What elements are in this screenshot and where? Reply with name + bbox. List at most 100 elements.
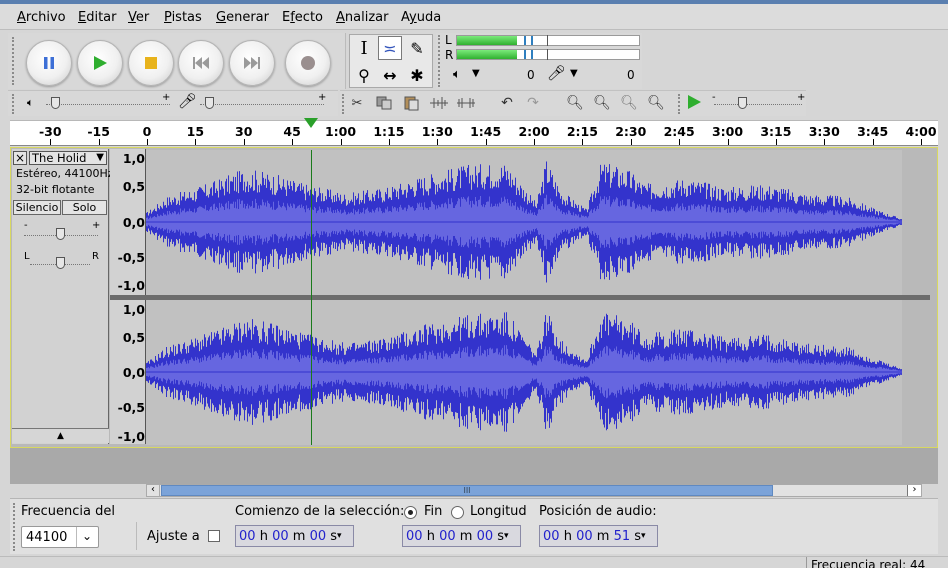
- waveform-left-channel[interactable]: [146, 150, 902, 295]
- zoom-out-icon[interactable]: 🔍︎: [591, 92, 613, 114]
- track-close-button[interactable]: ×: [13, 151, 27, 165]
- speed-thumb[interactable]: [738, 97, 747, 109]
- ruler-tick: [340, 139, 342, 145]
- toolbar-grip[interactable]: [678, 94, 684, 114]
- play-at-speed-button[interactable]: [686, 94, 702, 114]
- playback-meter-left[interactable]: [456, 35, 640, 46]
- audio-position-time[interactable]: 00 h 00 m 51 s ▾: [539, 525, 658, 547]
- menu-editar[interactable]: Editar: [78, 10, 117, 25]
- multi-tool-icon[interactable]: ✱: [405, 63, 429, 87]
- play-button[interactable]: [77, 40, 123, 86]
- pan-thumb[interactable]: [56, 257, 65, 269]
- ruler-tick: [824, 139, 826, 145]
- ruler-tick: [98, 139, 100, 145]
- menu-generar[interactable]: Generar: [216, 10, 269, 25]
- toolbar-grip[interactable]: [12, 94, 18, 114]
- ruler-tick: [921, 139, 922, 145]
- ruler-tick: [195, 139, 197, 145]
- stop-icon: [129, 41, 173, 85]
- scrollbar-thumb[interactable]: III: [161, 485, 773, 496]
- speaker-icon[interactable]: 🔈︎: [453, 67, 461, 82]
- ruler-tick: [147, 139, 148, 145]
- length-radio[interactable]: [451, 506, 464, 519]
- record-meter-dropdown[interactable]: ▼: [570, 68, 578, 79]
- toolbar-grip[interactable]: [12, 37, 18, 85]
- meter-left-label: L: [445, 33, 452, 47]
- toolbar-grip[interactable]: [438, 35, 444, 87]
- track-name-menu[interactable]: The Holid ▼: [29, 151, 107, 165]
- cut-icon[interactable]: ✂: [346, 92, 368, 114]
- fit-project-icon[interactable]: 🔍︎: [645, 92, 667, 114]
- redo-icon[interactable]: ↷: [522, 92, 544, 114]
- output-volume-icon: 🔈︎: [27, 96, 34, 109]
- playhead-marker[interactable]: [304, 118, 319, 128]
- playback-meter-dropdown[interactable]: ▼: [472, 68, 480, 79]
- toolbar-grip[interactable]: [13, 503, 19, 551]
- chevron-down-icon: ▼: [96, 152, 104, 163]
- playback-meter-value: 0: [527, 68, 535, 82]
- microphone-icon[interactable]: 🎤︎: [547, 64, 566, 82]
- actual-rate-panel: Frecuencia real: 44: [806, 557, 944, 568]
- pause-button[interactable]: [26, 40, 72, 86]
- timeline-ruler[interactable]: -30 -15 0 15 30 45 1:00 1:15 1:30 1:45 2:00 2:15 2:3…: [10, 120, 938, 146]
- ruler-label: 45: [283, 124, 301, 139]
- speed-min: -: [712, 92, 716, 103]
- empty-track-space[interactable]: [10, 448, 938, 484]
- input-volume-thumb[interactable]: [205, 97, 214, 109]
- copy-icon[interactable]: [373, 92, 395, 114]
- end-radio[interactable]: [404, 506, 417, 519]
- zoom-in-icon[interactable]: 🔍︎: [564, 92, 586, 114]
- trim-audio-icon[interactable]: [428, 92, 450, 114]
- ruler-label: 2:30: [615, 124, 647, 139]
- ruler-tick: [243, 139, 245, 145]
- menu-pistas[interactable]: Pistas: [164, 10, 202, 25]
- project-rate-select[interactable]: 44100 ⌄: [21, 526, 99, 548]
- ruler-tick: [50, 139, 52, 145]
- menu-analizar[interactable]: Analizar: [336, 10, 388, 25]
- menu-ver[interactable]: Ver: [128, 10, 149, 25]
- selection-start-time[interactable]: 00 h 00 m 00 s ▾: [235, 525, 354, 547]
- amp-label: -1,0: [117, 278, 145, 293]
- ruler-label: 1:30: [421, 124, 453, 139]
- timeshift-tool-icon[interactable]: ↔: [378, 63, 402, 87]
- pan-right-label: R: [92, 251, 99, 262]
- mute-button[interactable]: Silencio: [13, 200, 61, 215]
- ruler-label: 2:00: [518, 124, 550, 139]
- ruler-tick: [679, 139, 681, 145]
- ruler-label: 3:00: [711, 124, 744, 139]
- paste-icon[interactable]: [400, 92, 422, 114]
- fit-selection-icon[interactable]: 🔍︎: [618, 92, 640, 114]
- input-volume-slider[interactable]: [200, 104, 324, 106]
- envelope-tool-icon[interactable]: ≍: [378, 36, 402, 60]
- zoom-tool-icon[interactable]: ⚲: [352, 63, 376, 87]
- amp-label: -0,5: [117, 250, 145, 265]
- playback-meter-right[interactable]: [456, 49, 640, 60]
- ruler-tick: [582, 139, 584, 145]
- ruler-label: 3:45: [857, 124, 889, 139]
- scroll-right-arrow[interactable]: ›: [907, 485, 921, 496]
- select-tool-icon[interactable]: I: [352, 36, 376, 60]
- menu-archivo[interactable]: Archivo: [17, 10, 66, 25]
- silence-audio-icon[interactable]: [455, 92, 477, 114]
- menu-ayuda[interactable]: Ayuda: [401, 10, 441, 25]
- stop-button[interactable]: [128, 40, 174, 86]
- skip-start-button[interactable]: [178, 40, 224, 86]
- waveform-right-channel[interactable]: [146, 300, 902, 445]
- track-collapse-button[interactable]: ▲: [12, 428, 109, 443]
- gain-thumb[interactable]: [56, 228, 65, 240]
- draw-tool-icon[interactable]: ✎: [405, 36, 429, 60]
- snap-to-label: Ajuste a: [147, 529, 200, 544]
- solo-button[interactable]: Solo: [62, 200, 107, 215]
- speed-slider[interactable]: [714, 104, 802, 106]
- output-volume-thumb[interactable]: [51, 97, 60, 109]
- record-button[interactable]: [285, 40, 331, 86]
- snap-to-checkbox[interactable]: [208, 530, 220, 542]
- skip-end-button[interactable]: [229, 40, 275, 86]
- input-volume-icon: 🎤︎: [178, 92, 198, 110]
- horizontal-scrollbar[interactable]: ‹ III ›: [146, 484, 922, 497]
- selection-end-time[interactable]: 00 h 00 m 00 s ▾: [402, 525, 521, 547]
- output-volume-slider[interactable]: [46, 104, 170, 106]
- scroll-left-arrow[interactable]: ‹: [147, 485, 160, 496]
- menu-efecto[interactable]: Efecto: [282, 10, 323, 25]
- undo-icon[interactable]: ↶: [496, 92, 518, 114]
